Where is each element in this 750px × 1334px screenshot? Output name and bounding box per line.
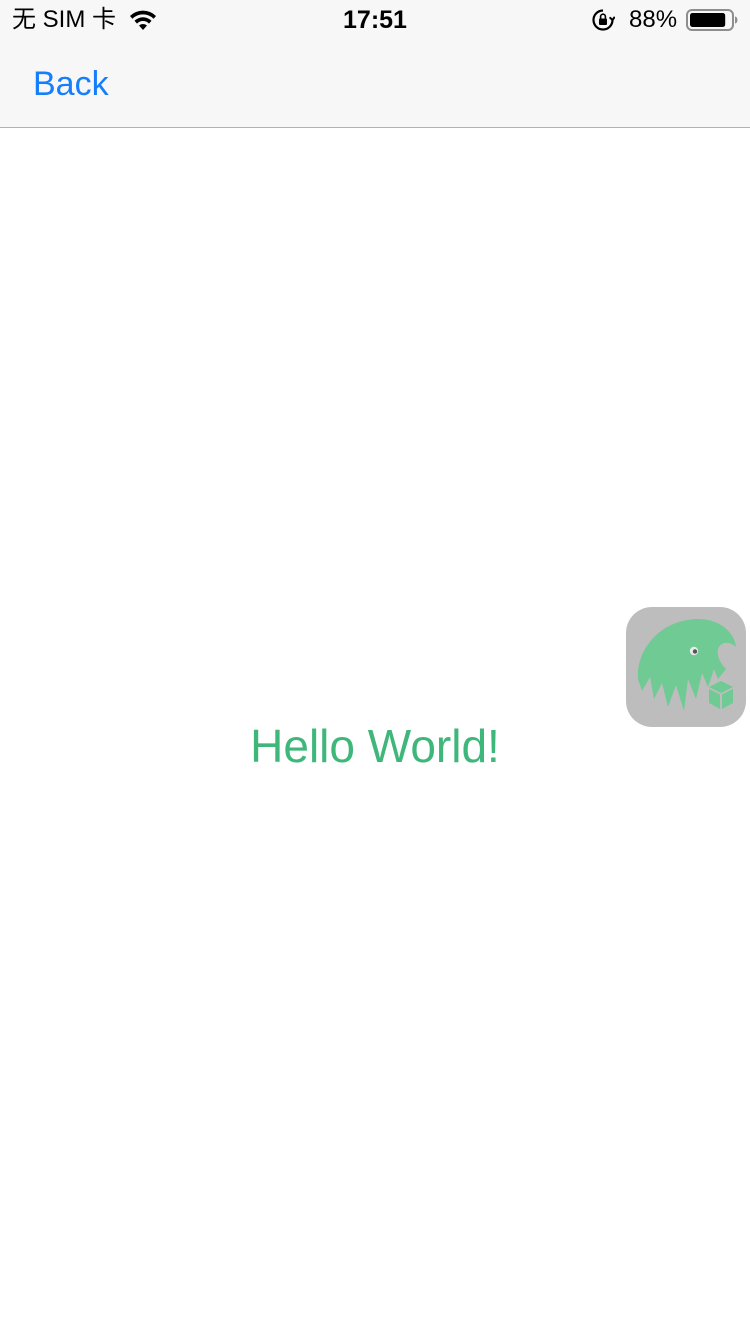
back-button[interactable]: Back <box>33 64 109 104</box>
top-bar: 无 SIM 卡 17:51 88% Back <box>0 0 750 128</box>
eagle-logo-icon <box>637 618 736 711</box>
screen: 无 SIM 卡 17:51 88% Back Hello World! <box>0 0 750 1334</box>
cube-icon <box>709 681 733 709</box>
status-bar: 无 SIM 卡 17:51 88% <box>0 0 750 40</box>
battery-icon <box>686 9 738 31</box>
battery-percent: 88% <box>629 6 678 33</box>
navigation-bar: Back <box>0 40 750 128</box>
orientation-lock-icon <box>592 9 615 31</box>
battery-level-fill <box>690 13 726 27</box>
floating-debug-button[interactable] <box>626 607 746 727</box>
